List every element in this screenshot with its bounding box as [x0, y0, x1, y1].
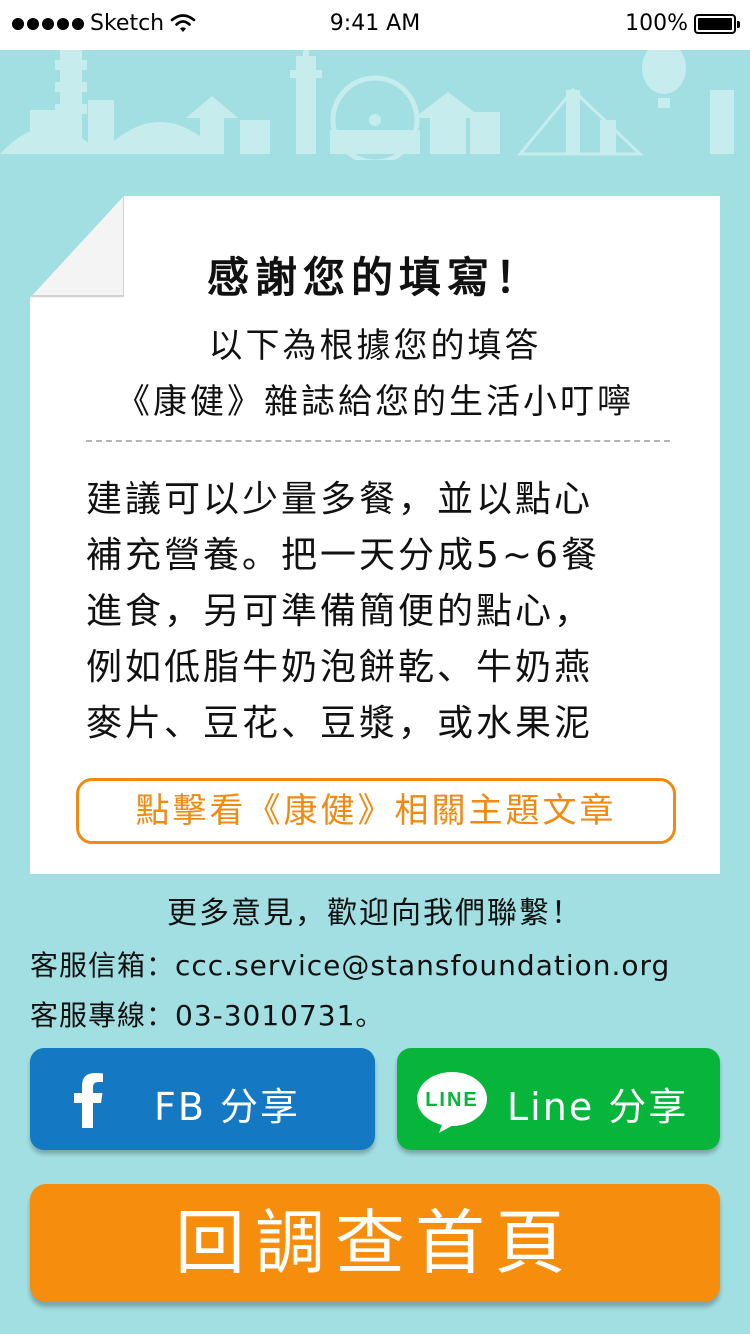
thank-you-title: 感謝您的填寫！ — [206, 253, 543, 302]
battery-percent: 100% — [625, 11, 688, 36]
service-email: 客服信箱：ccc.service@stansfoundation.org — [30, 949, 671, 982]
result-subtitle: 以下為根據您的填答 《康健》雜誌給您的生活小叮嚀 — [30, 318, 720, 430]
subtitle-line-2: 《康健》雜誌給您的生活小叮嚀 — [116, 382, 634, 422]
subtitle-line-1: 以下為根據您的填答 — [208, 326, 542, 366]
facebook-share-label: FB 分享 — [154, 1085, 301, 1129]
contact-heading: 更多意見，歡迎向我們聯繫！ — [167, 896, 583, 931]
facebook-share-button[interactable]: FB 分享 — [30, 1048, 375, 1150]
advice-line: 例如低脂牛奶泡餅乾、牛奶燕 — [86, 647, 594, 688]
battery-icon — [694, 13, 740, 34]
line-icon: LINE — [417, 1072, 487, 1133]
result-card: 感謝您的填寫！ 以下為根據您的填答 《康健》雜誌給您的生活小叮嚀 建議可以少量多… — [30, 196, 720, 874]
advice-line: 進食，另可準備簡便的點心， — [86, 591, 594, 632]
advice-line: 麥片、豆花、豆漿，或水果泥 — [86, 703, 594, 744]
line-share-button[interactable]: LINE Line 分享 — [397, 1048, 720, 1150]
advice-line: 建議可以少量多餐，並以點心 — [86, 479, 594, 520]
line-logo-text: LINE — [425, 1089, 479, 1111]
advice-text: 建議可以少量多餐，並以點心 補充營養。把一天分成5~6餐 進食，另可準備簡便的點… — [86, 472, 676, 752]
related-articles-button[interactable]: 點擊看《康健》相關主題文章 — [76, 778, 676, 844]
status-right: 100% — [625, 11, 740, 36]
facebook-icon — [74, 1073, 103, 1128]
line-share-label: Line 分享 — [507, 1085, 689, 1129]
status-bar: Sketch 9:41 AM 100% — [0, 0, 750, 50]
service-phone: 客服專線：03-3010731。 — [30, 999, 385, 1032]
advice-line: 補充營養。把一天分成5~6餐 — [86, 535, 600, 576]
back-to-survey-home-button[interactable]: 回調查首頁 — [30, 1184, 720, 1302]
dashed-divider — [86, 440, 670, 442]
